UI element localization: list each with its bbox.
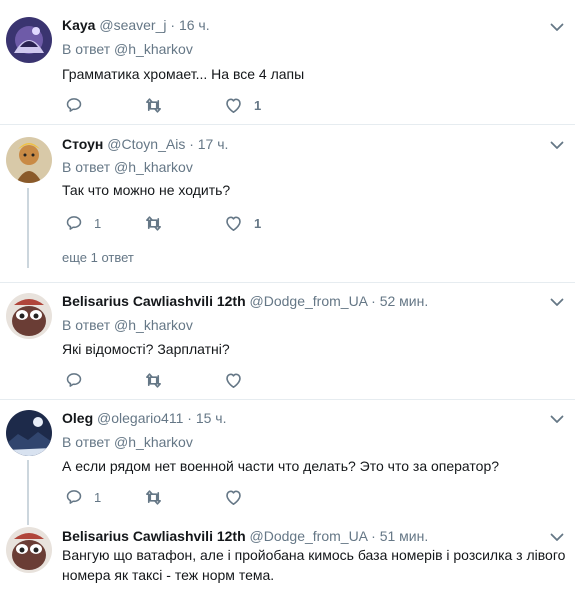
author-name[interactable]: Стоун — [62, 136, 103, 152]
retweet-button[interactable] — [144, 371, 174, 390]
avatar[interactable] — [6, 527, 52, 573]
reply-context: В ответ @h_kharkov — [62, 433, 193, 451]
chevron-down-icon[interactable] — [549, 294, 565, 310]
reply-to-handle[interactable]: @h_kharkov — [114, 159, 193, 175]
heart-icon — [224, 371, 243, 390]
like-button[interactable]: 1 — [224, 214, 261, 233]
author-name[interactable]: Kaya — [62, 17, 95, 33]
show-more-replies-link[interactable]: еще 1 ответ — [62, 250, 134, 266]
heart-icon — [224, 214, 243, 233]
reply-prefix: В ответ — [62, 159, 111, 175]
reply-context: В ответ @h_kharkov — [62, 158, 193, 176]
chevron-down-icon[interactable] — [549, 529, 565, 545]
reply-count: 1 — [94, 215, 102, 231]
reply-to-handle[interactable]: @h_kharkov — [114, 41, 193, 57]
reply-to-handle[interactable]: @h_kharkov — [114, 434, 193, 450]
chevron-down-icon[interactable] — [549, 19, 565, 35]
tweet[interactable]: Oleg @olegario411 · 15 ч. В ответ @h_kha… — [0, 400, 575, 525]
reply-button[interactable] — [65, 371, 94, 389]
like-count: 1 — [254, 98, 262, 113]
timestamp[interactable]: · 16 ч. — [170, 17, 209, 33]
tweet[interactable]: Kaya @seaver_j · 16 ч. В ответ @h_kharko… — [0, 0, 575, 125]
timestamp[interactable]: · 15 ч. — [187, 410, 226, 426]
avatar[interactable] — [6, 410, 52, 456]
tweet-text: Так что можно не ходить? — [62, 182, 231, 198]
tweet-text: Грамматика хромает... На все 4 лапы — [62, 66, 305, 82]
reply-count: 1 — [94, 489, 102, 505]
avatar[interactable] — [6, 137, 52, 183]
reply-button[interactable] — [65, 96, 94, 114]
author-name[interactable]: Oleg — [62, 410, 93, 426]
reply-context: В ответ @h_kharkov — [62, 40, 193, 58]
author-handle[interactable]: @Dodge_from_UA — [250, 293, 368, 309]
thread-line — [27, 188, 29, 268]
avatar[interactable] — [6, 17, 52, 63]
reply-button[interactable]: 1 — [65, 214, 101, 232]
chevron-down-icon[interactable] — [549, 411, 565, 427]
retweet-icon — [144, 96, 163, 115]
reply-prefix: В ответ — [62, 317, 111, 333]
author-handle[interactable]: @olegario411 — [97, 410, 183, 426]
reply-icon — [65, 214, 83, 232]
reply-icon — [65, 371, 83, 389]
tweet-text: Які відомості? Зарплатні? — [62, 341, 230, 357]
like-button[interactable] — [224, 488, 254, 507]
like-count: 1 — [254, 216, 262, 231]
timestamp[interactable]: · 17 ч. — [189, 136, 228, 152]
avatar[interactable] — [6, 293, 52, 339]
tweet[interactable]: Belisarius Cawliashvili 12th @Dodge_from… — [0, 283, 575, 400]
author-handle[interactable]: @Dodge_from_UA — [250, 528, 368, 544]
retweet-button[interactable] — [144, 214, 174, 233]
reply-prefix: В ответ — [62, 41, 111, 57]
tweet[interactable]: Стоун @Ctoyn_Ais · 17 ч. В ответ @h_khar… — [0, 125, 575, 283]
author-name[interactable]: Belisarius Cawliashvili 12th — [62, 293, 246, 309]
retweet-icon — [144, 488, 163, 507]
retweet-icon — [144, 214, 163, 233]
timestamp[interactable]: · 52 мин. — [371, 293, 428, 309]
reply-icon — [65, 96, 83, 114]
tweet-text: А если рядом нет военной части что делат… — [62, 458, 500, 474]
reply-context: В ответ @h_kharkov — [62, 316, 193, 334]
author-handle[interactable]: @Ctoyn_Ais — [107, 136, 185, 152]
heart-icon — [224, 488, 243, 507]
reply-prefix: В ответ — [62, 434, 111, 450]
retweet-button[interactable] — [144, 96, 174, 115]
reply-to-handle[interactable]: @h_kharkov — [114, 317, 193, 333]
timestamp[interactable]: · 51 мин. — [371, 528, 428, 544]
reply-button[interactable]: 1 — [65, 488, 101, 506]
like-button[interactable]: 1 — [224, 96, 261, 115]
chevron-down-icon[interactable] — [549, 137, 565, 153]
author-handle[interactable]: @seaver_j — [99, 17, 166, 33]
reply-icon — [65, 488, 83, 506]
heart-icon — [224, 96, 243, 115]
tweet[interactable]: Belisarius Cawliashvili 12th @Dodge_from… — [0, 525, 575, 589]
author-name[interactable]: Belisarius Cawliashvili 12th — [62, 528, 246, 544]
tweet-text: Вангую що ватафон, але і пройобана кимос… — [62, 547, 566, 583]
thread-line — [27, 460, 29, 525]
retweet-icon — [144, 371, 163, 390]
retweet-button[interactable] — [144, 488, 174, 507]
like-button[interactable] — [224, 371, 254, 390]
